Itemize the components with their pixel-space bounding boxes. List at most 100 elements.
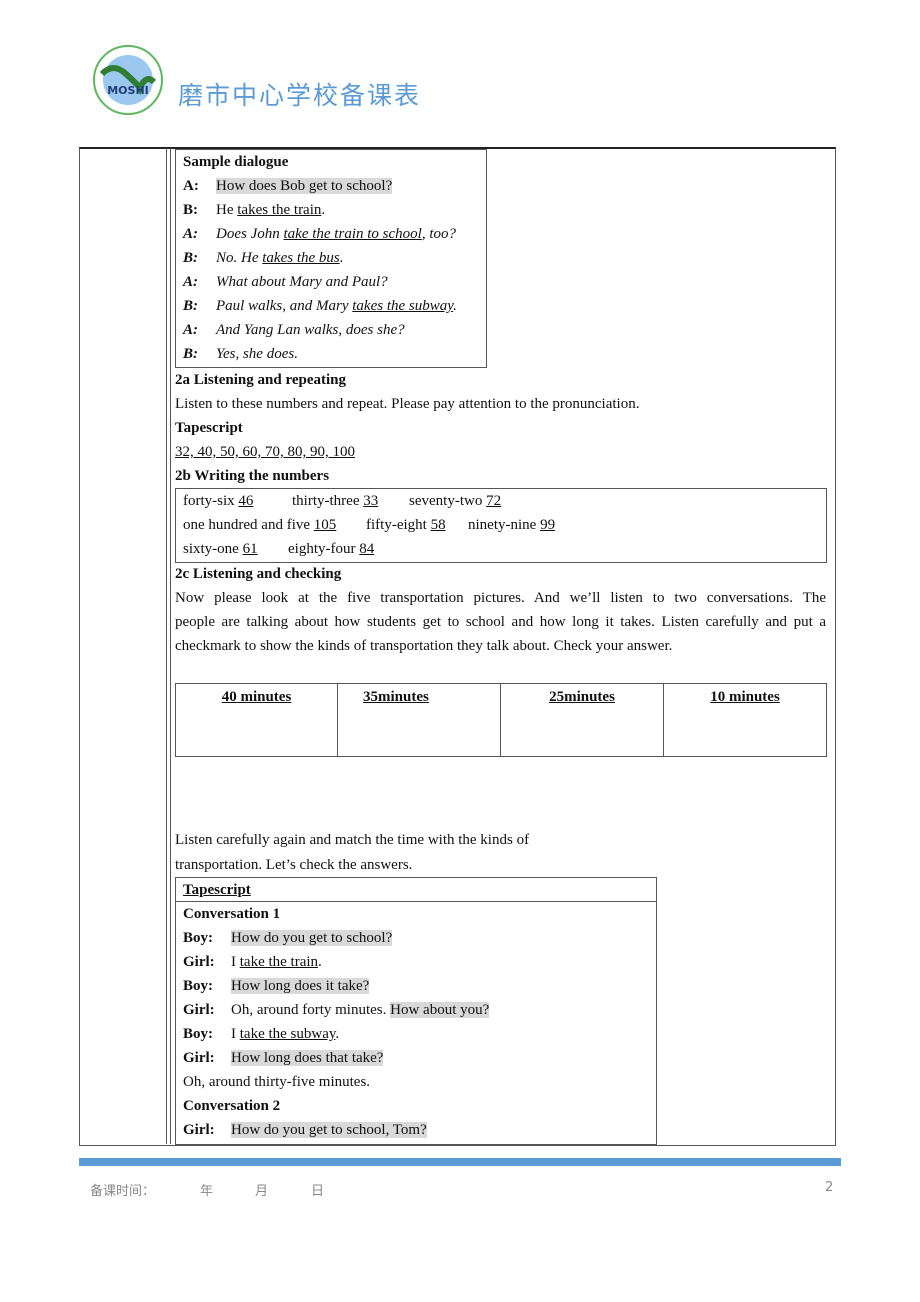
- tapescript-line: Oh, around thirty-five minutes.: [183, 1072, 370, 1092]
- number-answer: 84: [359, 541, 375, 557]
- text: Conversation 2: [183, 1098, 281, 1114]
- text-segment: How long does that take?: [231, 1050, 384, 1066]
- footer-label: 备课时间：: [90, 1184, 156, 1199]
- text-segment: Oh, around forty minutes.: [231, 1002, 391, 1018]
- paragraph-line: transportation. Let’s check the answers.: [175, 855, 412, 875]
- section-heading: 2b Writing the numbers: [175, 466, 329, 486]
- text-segment: Does John: [216, 226, 284, 242]
- speaker: B:: [183, 346, 198, 362]
- text-segment: .: [318, 954, 322, 970]
- text: Now please look at the five transportati…: [175, 590, 826, 606]
- speaker: Girl:: [183, 954, 215, 970]
- speaker: B:: [183, 298, 198, 314]
- dialogue-line: B: He takes the train.: [183, 200, 325, 220]
- number-answer: 105: [313, 517, 337, 533]
- text: Oh, around thirty-five minutes.: [183, 1074, 371, 1090]
- column-divider: [170, 148, 171, 1144]
- number-item: forty-six 46: [183, 491, 253, 511]
- number-answer: 72: [486, 493, 502, 509]
- dialogue-line: A: And Yang Lan walks, does she?: [183, 320, 405, 340]
- text-segment: How does Bob get to school?: [216, 178, 393, 194]
- dialogue-line: B: Yes, she does.: [183, 344, 298, 364]
- page-number: 2: [825, 1180, 834, 1195]
- text-segment: Paul walks, and Mary: [216, 298, 353, 314]
- number-item: ninety-nine 99: [468, 515, 555, 535]
- text: 2b Writing the numbers: [175, 468, 330, 484]
- text: 32, 40, 50, 60, 70, 80, 90, 100: [175, 444, 355, 460]
- speaker: Boy:: [183, 930, 213, 946]
- text-segment: No. He: [216, 250, 263, 266]
- tapescript-line: Conversation 2: [183, 1096, 280, 1116]
- speaker: Girl:: [183, 1122, 215, 1138]
- text-segment: takes the train: [237, 202, 322, 218]
- text: ninety-nine: [468, 517, 541, 533]
- text-segment: take the train: [239, 954, 319, 970]
- text-segment: take the train to school: [283, 226, 422, 242]
- text-segment: How do you get to school, Tom?: [231, 1122, 427, 1138]
- text: transportation. Let’s check the answers.: [175, 857, 413, 873]
- sample-heading: Sample dialogue: [183, 152, 288, 172]
- text-segment: .: [335, 1026, 340, 1042]
- tapescript-line: Boy: How do you get to school?: [183, 928, 393, 948]
- tapescript-heading: Tapescript: [183, 880, 251, 900]
- text-segment: .: [339, 250, 344, 266]
- paragraph-line: Now please look at the five transportati…: [175, 588, 826, 608]
- speaker: A:: [183, 322, 198, 338]
- dialogue-line: B: No. He takes the bus.: [183, 248, 343, 268]
- text-segment: I: [231, 954, 240, 970]
- paragraph-line: Listen carefully again and match the tim…: [175, 830, 529, 850]
- dialogue-line: A: Does John take the train to school, to…: [183, 224, 456, 244]
- speaker: A:: [183, 178, 199, 194]
- speaker: Boy:: [183, 1026, 213, 1042]
- table-cell: 10 minutes: [663, 683, 827, 757]
- text: Listen to these numbers and repeat. Plea…: [175, 396, 640, 412]
- instruction: Listen to these numbers and repeat. Plea…: [175, 394, 639, 414]
- tapescript-line: Boy: I take the subway.: [183, 1024, 339, 1044]
- speaker: Boy:: [183, 978, 213, 994]
- speaker: B:: [183, 250, 198, 266]
- table-cell: 40 minutes: [175, 683, 338, 757]
- number-answer: 99: [540, 517, 556, 533]
- text-segment: I: [231, 1026, 240, 1042]
- tapescript-line: Boy: How long does it take?: [183, 976, 370, 996]
- column-divider: [166, 148, 167, 1144]
- speaker: Girl:: [183, 1050, 215, 1066]
- section-heading: 2a Listening and repeating: [175, 370, 346, 390]
- number-answer: 33: [363, 493, 379, 509]
- number-answer: 46: [238, 493, 254, 509]
- paragraph-line: checkmark to show the kinds of transport…: [175, 636, 672, 656]
- dialogue-line: B: Paul walks, and Mary takes the subway.: [183, 296, 457, 316]
- speaker: A:: [183, 274, 198, 290]
- text: Conversation 1: [183, 906, 281, 922]
- dialogue-line: A: What about Mary and Paul?: [183, 272, 388, 292]
- text-segment: How do you get to school?: [231, 930, 393, 946]
- table-cell: 25minutes: [500, 683, 664, 757]
- text: Listen carefully again and match the tim…: [175, 832, 530, 848]
- paragraph-line: people are talking about how students ge…: [175, 612, 826, 632]
- text-segment: .: [453, 298, 457, 314]
- text-segment: Yes, she does.: [216, 346, 298, 362]
- tapescript-line: Girl: How long does that take?: [183, 1048, 384, 1068]
- text: seventy-two: [409, 493, 487, 509]
- divider: [175, 901, 656, 902]
- text: Sample dialogue: [183, 154, 289, 170]
- text-segment: How about you?: [390, 1002, 490, 1018]
- dialogue-line: A: How does Bob get to school?: [183, 176, 393, 196]
- number-item: seventy-two 72: [409, 491, 501, 511]
- page-title: 磨市中心学校备课表: [178, 81, 422, 110]
- text-segment: .: [321, 202, 326, 218]
- text: checkmark to show the kinds of transport…: [175, 638, 673, 654]
- number-answer: 58: [430, 517, 446, 533]
- footer-day: 日: [311, 1184, 325, 1199]
- numbers: 32, 40, 50, 60, 70, 80, 90, 100: [175, 442, 355, 462]
- speaker: A:: [183, 226, 198, 242]
- table-cell: 35minutes: [337, 683, 501, 757]
- footer-bar: [79, 1158, 841, 1166]
- number-item: eighty-four 84: [288, 539, 374, 559]
- text-segment: takes the subway: [352, 298, 454, 314]
- text-segment: How long does it take?: [231, 978, 370, 994]
- text: 2a Listening and repeating: [175, 372, 346, 388]
- tapescript-line: Conversation 1: [183, 904, 280, 924]
- tapescript-line: Girl: Oh, around forty minutes. How about…: [183, 1000, 490, 1020]
- speaker: Girl:: [183, 1002, 215, 1018]
